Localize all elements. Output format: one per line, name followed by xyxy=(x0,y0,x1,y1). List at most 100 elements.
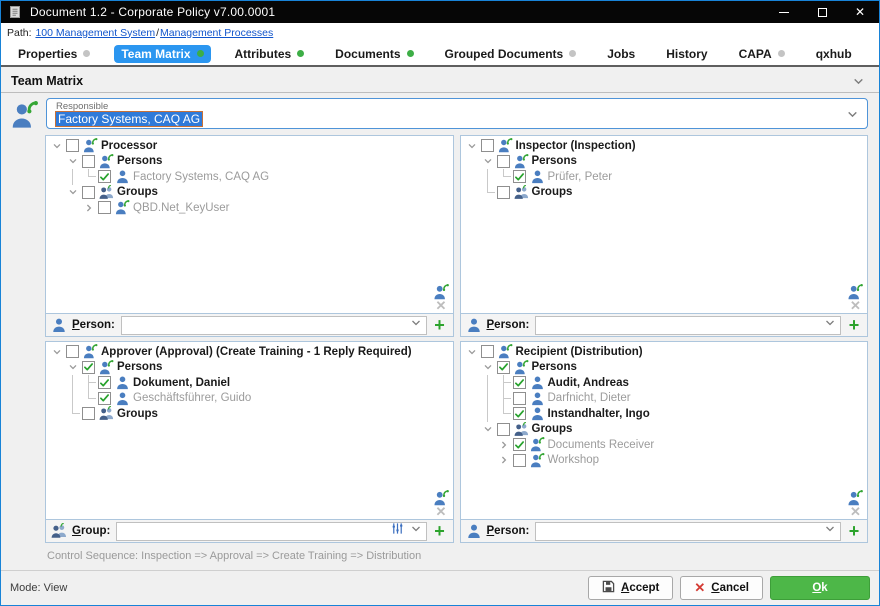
expander-open-icon[interactable] xyxy=(65,154,81,170)
add-plus-icon[interactable]: + xyxy=(430,522,450,541)
tree-node[interactable]: Documents Receiver xyxy=(464,437,866,453)
checkbox-unchecked-icon[interactable] xyxy=(82,186,95,199)
maximize-icon[interactable] xyxy=(803,1,841,23)
expander-closed-icon[interactable] xyxy=(496,453,512,469)
expander-open-icon[interactable] xyxy=(49,138,65,154)
tree-node[interactable]: QBD.Net_KeyUser xyxy=(49,200,451,216)
checkbox-unchecked-icon[interactable] xyxy=(481,139,494,152)
chevron-down-icon[interactable] xyxy=(824,316,836,334)
tab-capa[interactable]: CAPA xyxy=(732,45,792,63)
checkbox-checked-icon[interactable] xyxy=(98,376,111,389)
person-combobox[interactable] xyxy=(535,316,841,335)
checkbox-checked-icon[interactable] xyxy=(82,361,95,374)
person-combobox[interactable] xyxy=(535,522,841,541)
checkbox-unchecked-icon[interactable] xyxy=(513,392,526,405)
expander-closed-icon[interactable] xyxy=(496,437,512,453)
tab-status-dot xyxy=(407,50,414,57)
tab-team-matrix[interactable]: Team Matrix xyxy=(114,45,210,63)
tab-qxhub[interactable]: qxhub xyxy=(809,45,859,63)
tree-node[interactable]: Groups xyxy=(464,422,866,438)
remove-x-icon[interactable]: ✕ xyxy=(436,300,447,312)
checkbox-checked-icon[interactable] xyxy=(513,438,526,451)
cancel-button[interactable]: ✕ Cancel xyxy=(680,576,763,600)
section-collapse-chevron-icon[interactable] xyxy=(851,74,865,88)
tree-node[interactable]: Factory Systems, CAQ AG xyxy=(49,169,451,185)
remove-x-icon[interactable]: ✕ xyxy=(436,506,447,518)
tree-node[interactable]: Dokument, Daniel xyxy=(49,375,451,391)
remove-x-icon[interactable]: ✕ xyxy=(850,506,861,518)
expander-open-icon[interactable] xyxy=(65,185,81,201)
expander-open-icon[interactable] xyxy=(464,344,480,360)
checkbox-unchecked-icon[interactable] xyxy=(98,201,111,214)
checkbox-unchecked-icon[interactable] xyxy=(66,139,79,152)
expander-closed-icon[interactable] xyxy=(81,200,97,216)
checkbox-checked-icon[interactable] xyxy=(513,170,526,183)
tab-properties[interactable]: Properties xyxy=(11,45,97,63)
tree-node[interactable]: Geschäftsführer, Guido xyxy=(49,391,451,407)
filter-sliders-icon[interactable] xyxy=(391,522,404,540)
expander-open-icon[interactable] xyxy=(480,422,496,438)
chevron-down-icon[interactable] xyxy=(410,522,422,540)
tree-node[interactable]: Persons xyxy=(464,360,866,376)
checkbox-unchecked-icon[interactable] xyxy=(481,345,494,358)
add-plus-icon[interactable]: + xyxy=(844,522,864,541)
tree-node[interactable]: Groups xyxy=(49,185,451,201)
responsible-combobox[interactable]: Responsible Factory Systems, CAQ AG xyxy=(46,98,868,129)
tab-jobs[interactable]: Jobs xyxy=(600,45,642,63)
tab-history[interactable]: History xyxy=(659,45,714,63)
tree-node[interactable]: Inspector (Inspection) xyxy=(464,138,866,154)
checkbox-unchecked-icon[interactable] xyxy=(497,155,510,168)
checkbox-checked-icon[interactable] xyxy=(497,361,510,374)
checkbox-checked-icon[interactable] xyxy=(98,170,111,183)
tree-node[interactable]: Recipient (Distribution) xyxy=(464,344,866,360)
checkbox-unchecked-icon[interactable] xyxy=(497,423,510,436)
tree-node[interactable]: Persons xyxy=(49,360,451,376)
overflow-menu-icon[interactable]: ⋮ xyxy=(876,45,880,62)
checkbox-unchecked-icon[interactable] xyxy=(82,155,95,168)
tree-node[interactable]: Persons xyxy=(49,154,451,170)
checkbox-unchecked-icon[interactable] xyxy=(82,407,95,420)
tree-node[interactable]: Processor xyxy=(49,138,451,154)
checkbox-unchecked-icon[interactable] xyxy=(513,454,526,467)
checkbox-checked-icon[interactable] xyxy=(513,407,526,420)
tree-node[interactable]: Groups xyxy=(49,406,451,422)
chevron-down-icon[interactable] xyxy=(846,108,859,126)
tree-node[interactable]: Instandhalter, Ingo xyxy=(464,406,866,422)
tree-node[interactable]: Approver (Approval) (Create Training - 1… xyxy=(49,344,451,360)
person-combobox[interactable] xyxy=(121,316,427,335)
path-separator: / xyxy=(156,27,159,39)
tree-node[interactable]: Workshop xyxy=(464,453,866,469)
checkbox-unchecked-icon[interactable] xyxy=(497,186,510,199)
tab-grouped-documents[interactable]: Grouped Documents xyxy=(438,45,584,63)
checkbox-unchecked-icon[interactable] xyxy=(66,345,79,358)
remove-x-icon[interactable]: ✕ xyxy=(850,300,861,312)
tree-node[interactable]: Prüfer, Peter xyxy=(464,169,866,185)
expander-open-icon[interactable] xyxy=(480,360,496,376)
expander-open-icon[interactable] xyxy=(49,344,65,360)
tree-node[interactable]: Audit, Andreas xyxy=(464,375,866,391)
chevron-down-icon[interactable] xyxy=(824,522,836,540)
path-link-management-system[interactable]: 100 Management System xyxy=(35,27,155,39)
tree-node-label: Inspector (Inspection) xyxy=(516,140,636,152)
ok-button[interactable]: Ok xyxy=(770,576,870,600)
close-icon[interactable]: ✕ xyxy=(841,1,879,23)
tab-attributes[interactable]: Attributes xyxy=(228,45,312,63)
responsible-role-icon xyxy=(11,101,39,127)
checkbox-checked-icon[interactable] xyxy=(513,376,526,389)
tree-node-label: Groups xyxy=(117,408,158,420)
chevron-down-icon[interactable] xyxy=(410,316,422,334)
checkbox-checked-icon[interactable] xyxy=(98,392,111,405)
expander-open-icon[interactable] xyxy=(65,360,81,376)
tree-node[interactable]: Darfnicht, Dieter xyxy=(464,391,866,407)
group-combobox[interactable] xyxy=(116,522,426,541)
tree-node[interactable]: Groups xyxy=(464,185,866,201)
minimize-icon[interactable] xyxy=(765,1,803,23)
accept-button[interactable]: Accept xyxy=(588,576,673,600)
add-plus-icon[interactable]: + xyxy=(844,316,864,335)
path-link-management-processes[interactable]: Management Processes xyxy=(160,27,273,39)
expander-open-icon[interactable] xyxy=(480,154,496,170)
tree-node[interactable]: Persons xyxy=(464,154,866,170)
add-plus-icon[interactable]: + xyxy=(430,316,450,335)
tab-documents[interactable]: Documents xyxy=(328,45,420,63)
expander-open-icon[interactable] xyxy=(464,138,480,154)
